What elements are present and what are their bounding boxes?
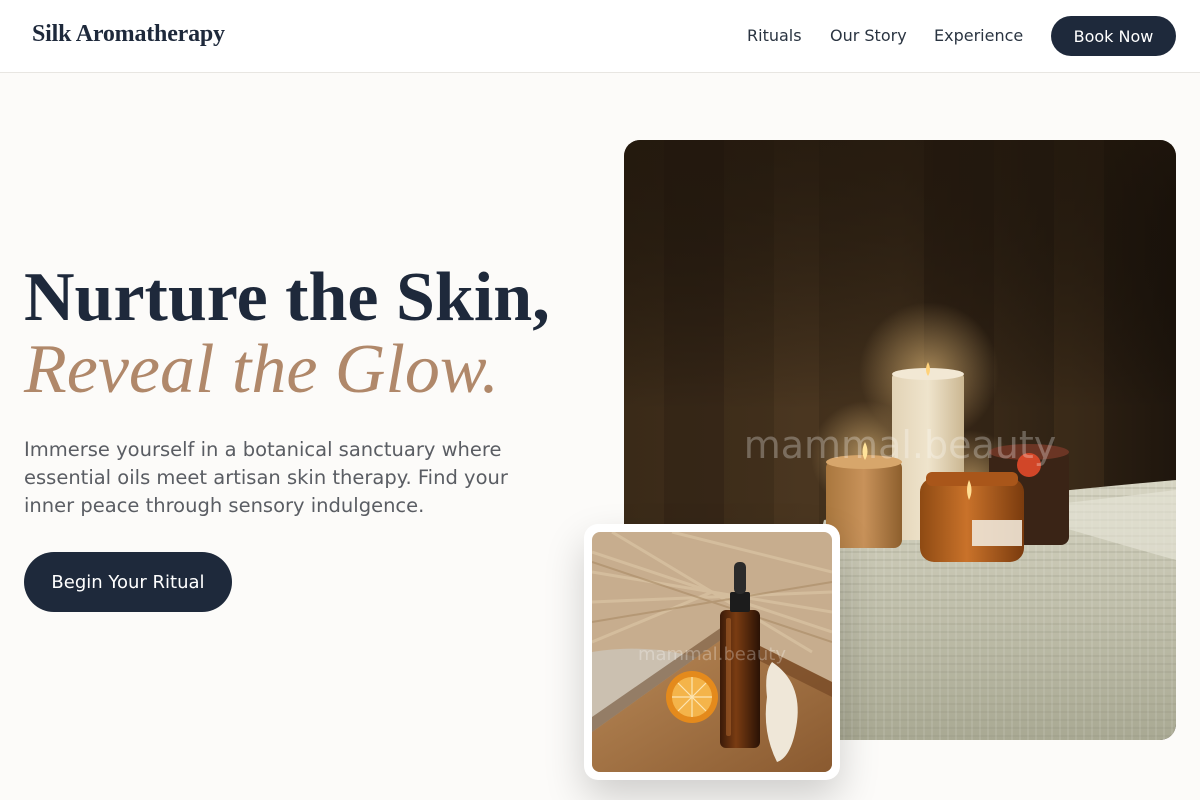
hero-headline-accent: Reveal the Glow. — [24, 331, 499, 408]
inset-image-watermark: mammal.beauty — [638, 644, 786, 665]
main-image-watermark: mammal.beauty — [744, 423, 1057, 467]
book-now-button[interactable]: Book Now — [1051, 16, 1176, 56]
begin-ritual-button[interactable]: Begin Your Ritual — [24, 552, 232, 612]
nav-link-rituals[interactable]: Rituals — [747, 26, 802, 45]
brand-logo[interactable]: Silk Aromatherapy — [32, 21, 225, 48]
serum-bottle-image: mammal.beauty — [592, 532, 832, 772]
nav-link-our-story[interactable]: Our Story — [830, 26, 907, 45]
hero-headline: Nurture the Skin, — [24, 259, 550, 336]
product-inset-card: mammal.beauty — [584, 524, 840, 780]
hero-subtext: Immerse yourself in a botanical sanctuar… — [24, 438, 508, 517]
nav-link-experience[interactable]: Experience — [934, 26, 1023, 45]
top-navbar: Silk Aromatherapy Rituals Our Story Expe… — [0, 0, 1200, 73]
